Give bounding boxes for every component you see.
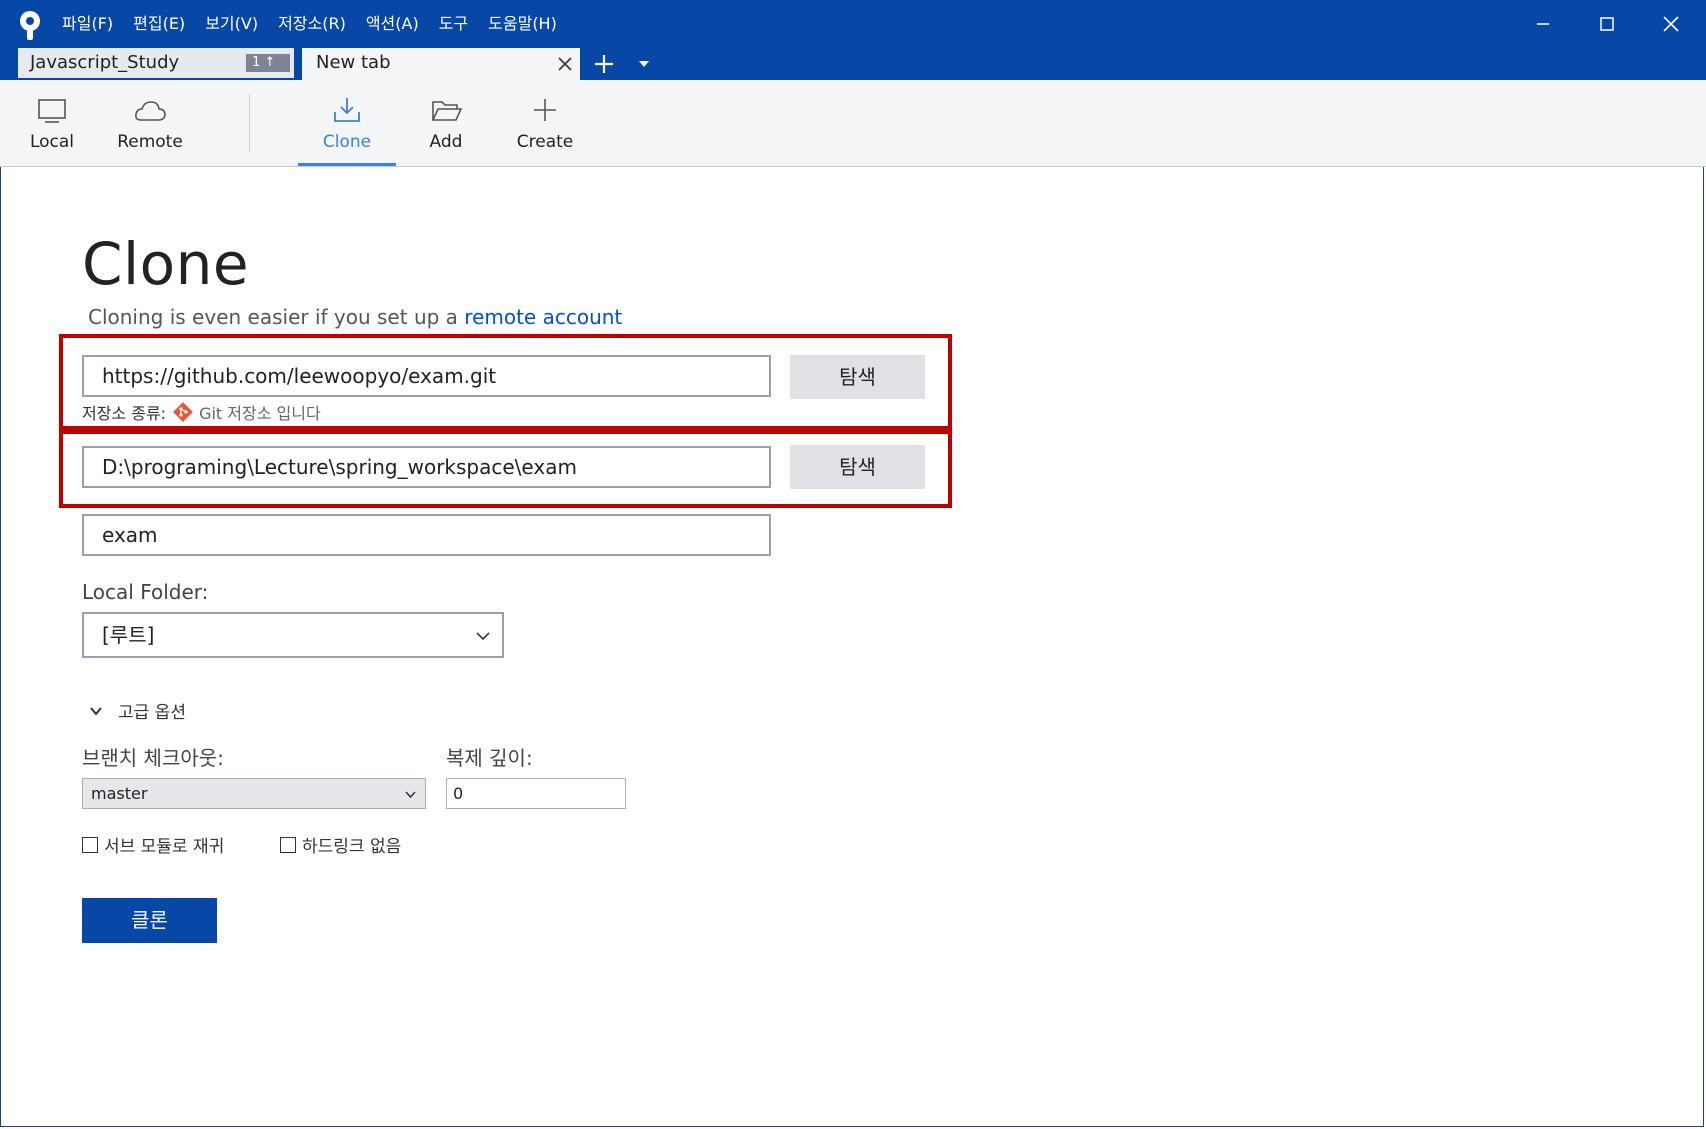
recurse-submodules-checkbox[interactable]: 서브 모듈로 재귀: [82, 832, 224, 857]
no-hardlinks-checkbox[interactable]: 하드링크 없음: [280, 832, 401, 857]
tab-label: Javascript_Study: [30, 52, 180, 73]
tab-ahead-badge: 1 ↑: [246, 54, 290, 72]
branch-checkout-label: 브랜치 체크아웃:: [82, 746, 224, 770]
local-folder-label: Local Folder:: [82, 580, 209, 604]
toolbar-add-label: Add: [429, 132, 463, 152]
destination-path-input[interactable]: D:\programing\Lecture\spring_workspace\e…: [82, 446, 771, 488]
menu-edit[interactable]: 편집(E): [133, 11, 185, 37]
repo-name-input[interactable]: exam: [82, 514, 771, 556]
repo-type-info: 저장소 종류: Git 저장소 입니다: [82, 400, 321, 424]
advanced-options-toggle[interactable]: 고급 옵션: [88, 698, 186, 723]
toolbar-clone[interactable]: Clone: [298, 80, 396, 166]
caret-down-icon: [639, 61, 649, 67]
checkbox-box[interactable]: [82, 836, 98, 853]
branch-select[interactable]: master: [82, 778, 426, 809]
no-hardlinks-label: 하드링크 없음: [302, 837, 402, 857]
clone-depth-input[interactable]: 0: [446, 778, 626, 809]
download-icon: [334, 98, 360, 122]
toolbar-local[interactable]: Local: [12, 80, 92, 166]
plus-icon: [534, 99, 556, 121]
remote-account-link[interactable]: remote account: [464, 305, 622, 329]
page-subtitle: Cloning is even easier if you set up a r…: [88, 305, 622, 329]
toolbar-separator: [249, 94, 250, 152]
chevron-down-icon: [90, 706, 102, 716]
tab-javascript-study[interactable]: Javascript_Study 1 ↑: [18, 48, 294, 78]
chevron-down-icon: [405, 791, 416, 799]
local-folder-select[interactable]: [루트]: [82, 612, 504, 658]
toolbar-clone-label: Clone: [322, 132, 372, 152]
clone-button[interactable]: 클론: [82, 898, 217, 943]
toolbar-add[interactable]: Add: [404, 80, 488, 166]
menu-file[interactable]: 파일(F): [62, 11, 113, 37]
toolbar-create[interactable]: Create: [500, 80, 590, 166]
page-title: Clone: [82, 230, 250, 298]
toolbar-local-label: Local: [29, 132, 75, 152]
new-tab-button[interactable]: [588, 50, 620, 78]
repo-type-value: Git 저장소 입니다: [199, 404, 321, 423]
toolbar-remote[interactable]: Remote: [105, 80, 195, 166]
title-bar: 파일(F) 편집(E) 보기(V) 저장소(R) 액션(A) 도구 도움말(H)…: [0, 0, 1706, 80]
git-icon: [173, 402, 193, 422]
menu-repository[interactable]: 저장소(R): [278, 11, 346, 37]
menu-actions[interactable]: 액션(A): [366, 11, 419, 37]
subtitle-text: Cloning is even easier if you set up a: [88, 305, 465, 329]
tab-list-dropdown[interactable]: [632, 50, 656, 78]
folder-open-icon: [431, 101, 463, 121]
branch-value: master: [91, 784, 148, 803]
toolbar: Local Remote Clone Add Create: [0, 80, 1706, 167]
toolbar-remote-label: Remote: [117, 132, 183, 152]
advanced-options-label: 고급 옵션: [118, 703, 186, 723]
active-tab-indicator: [298, 163, 396, 166]
browse-destination-button[interactable]: 탐색: [790, 445, 925, 489]
clone-depth-label: 복제 깊이:: [446, 746, 533, 770]
tab-new-tab[interactable]: New tab: [302, 48, 580, 80]
monitor-icon: [38, 99, 66, 123]
browse-source-button[interactable]: 탐색: [790, 355, 925, 399]
source-url-input[interactable]: https://github.com/leewoopyo/exam.git: [82, 355, 771, 397]
tab-label: New tab: [316, 52, 391, 73]
close-icon: [1663, 16, 1679, 32]
minimize-icon: [1537, 23, 1549, 25]
menu-help[interactable]: 도움말(H): [488, 11, 557, 37]
cloud-icon: [135, 101, 166, 121]
menu-view[interactable]: 보기(V): [205, 11, 258, 37]
maximize-button[interactable]: [1582, 6, 1632, 42]
plus-icon: [595, 55, 613, 73]
local-folder-value: [루트]: [102, 623, 155, 647]
minimize-button[interactable]: [1518, 6, 1568, 42]
chevron-down-icon: [476, 632, 490, 641]
maximize-icon: [1600, 17, 1614, 31]
window-frame: [0, 0, 1704, 1127]
sourcetree-logo-icon: [20, 11, 40, 40]
menu-bar: 파일(F) 편집(E) 보기(V) 저장소(R) 액션(A) 도구 도움말(H): [62, 11, 577, 37]
repo-type-label: 저장소 종류:: [82, 404, 167, 423]
recurse-submodules-label: 서브 모듈로 재귀: [104, 837, 225, 857]
toolbar-create-label: Create: [516, 132, 574, 152]
checkbox-box[interactable]: [280, 836, 296, 853]
close-tab-icon[interactable]: [556, 55, 574, 73]
close-window-button[interactable]: [1646, 6, 1696, 42]
menu-tools[interactable]: 도구: [439, 11, 468, 37]
